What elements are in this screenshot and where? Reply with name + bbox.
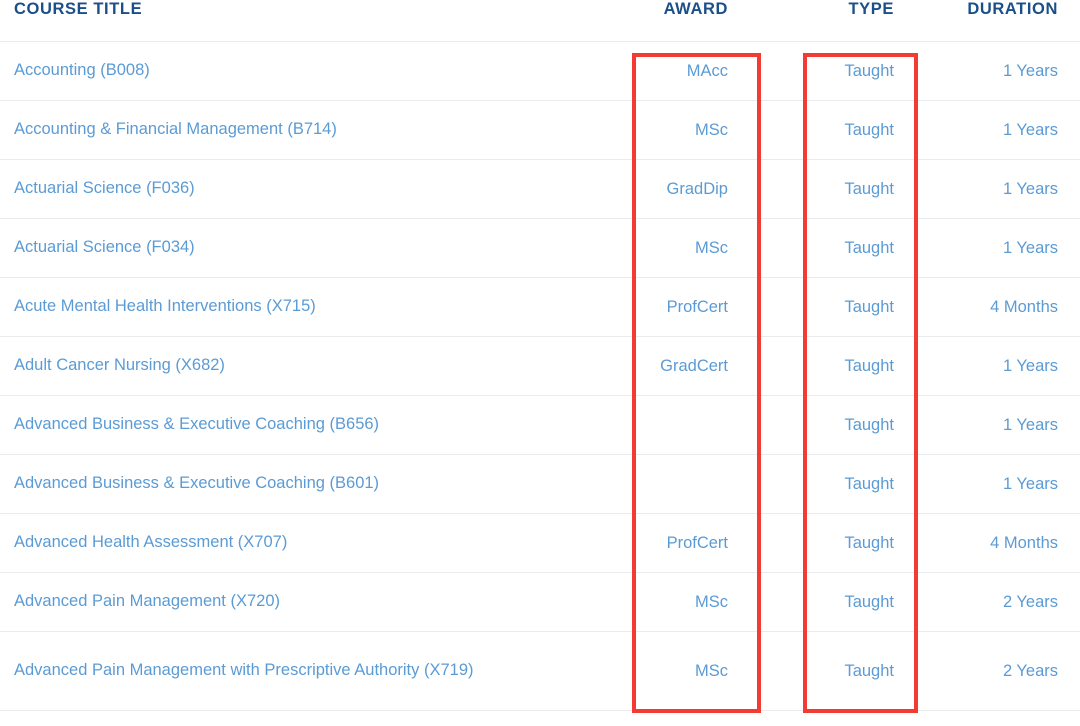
column-header-award[interactable]: AWARD (633, 0, 761, 42)
cell-duration: 1 Years (921, 41, 1080, 101)
table-row[interactable]: Acute Mental Health Interventions (X715)… (0, 277, 1080, 337)
course-title-link[interactable]: Acute Mental Health Interventions (X715) (14, 297, 316, 315)
table-row[interactable]: Accounting & Financial Management (B714)… (0, 100, 1080, 160)
cell-course-title: Adult Cancer Nursing (X682) (0, 336, 633, 396)
course-title-link[interactable]: Accounting & Financial Management (B714) (14, 120, 337, 138)
cell-type: Taught (807, 159, 921, 219)
cell-duration: 1 Years (921, 395, 1080, 455)
cell-duration: 2 Years (921, 631, 1080, 711)
cell-spacer (761, 572, 807, 632)
course-title-link[interactable]: Advanced Health Assessment (X707) (14, 533, 287, 551)
table-row[interactable]: Actuarial Science (F034) MSc Taught 1 Years (0, 218, 1080, 278)
cell-type: Taught (807, 100, 921, 160)
cell-spacer (761, 631, 807, 711)
table-header-row: COURSE TITLE AWARD TYPE DURATION (0, 0, 1080, 42)
cell-spacer (761, 159, 807, 219)
course-listing-table: COURSE TITLE AWARD TYPE DURATION Account… (0, 0, 1080, 711)
cell-spacer (761, 454, 807, 514)
cell-course-title: Actuarial Science (F036) (0, 159, 633, 219)
cell-award: MSc (633, 218, 761, 278)
table-body: Accounting (B008) MAcc Taught 1 Years Accoun… (0, 41, 1080, 711)
cell-duration: 1 Years (921, 336, 1080, 396)
cell-award (633, 395, 761, 455)
cell-type: Taught (807, 631, 921, 711)
cell-duration: 4 Months (921, 513, 1080, 573)
cell-type: Taught (807, 277, 921, 337)
column-header-spacer (761, 0, 807, 42)
table-row[interactable]: Accounting (B008) MAcc Taught 1 Years (0, 41, 1080, 101)
cell-spacer (761, 395, 807, 455)
cell-award: MAcc (633, 41, 761, 101)
column-header-duration[interactable]: DURATION (921, 0, 1080, 42)
cell-type: Taught (807, 218, 921, 278)
cell-course-title: Accounting & Financial Management (B714) (0, 100, 633, 160)
cell-spacer (761, 336, 807, 396)
cell-award: ProfCert (633, 513, 761, 573)
course-title-link[interactable]: Advanced Pain Management (X720) (14, 592, 280, 610)
cell-type: Taught (807, 336, 921, 396)
cell-course-title: Acute Mental Health Interventions (X715) (0, 277, 633, 337)
column-header-course-title[interactable]: COURSE TITLE (0, 0, 633, 42)
course-title-link[interactable]: Advanced Pain Management with Prescripti… (14, 661, 474, 679)
cell-type: Taught (807, 513, 921, 573)
cell-duration: 1 Years (921, 218, 1080, 278)
cell-duration: 1 Years (921, 159, 1080, 219)
course-title-link[interactable]: Adult Cancer Nursing (X682) (14, 356, 225, 374)
cell-course-title: Advanced Pain Management with Prescripti… (0, 631, 633, 711)
cell-type: Taught (807, 454, 921, 514)
cell-course-title: Accounting (B008) (0, 41, 633, 101)
cell-spacer (761, 218, 807, 278)
table-row[interactable]: Actuarial Science (F036) GradDip Taught 1 Y… (0, 159, 1080, 219)
table-row[interactable]: Advanced Pain Management (X720) MSc Taught… (0, 572, 1080, 632)
cell-duration: 1 Years (921, 100, 1080, 160)
table-row[interactable]: Advanced Business & Executive Coaching (… (0, 454, 1080, 514)
course-title-link[interactable]: Advanced Business & Executive Coaching (… (14, 474, 379, 492)
cell-award: MSc (633, 100, 761, 160)
column-header-type[interactable]: TYPE (807, 0, 921, 42)
cell-course-title: Advanced Health Assessment (X707) (0, 513, 633, 573)
table-row[interactable]: Advanced Health Assessment (X707) ProfCer… (0, 513, 1080, 573)
cell-spacer (761, 100, 807, 160)
cell-course-title: Actuarial Science (F034) (0, 218, 633, 278)
course-table-container: COURSE TITLE AWARD TYPE DURATION Account… (0, 0, 1080, 726)
table-row[interactable]: Advanced Pain Management with Prescripti… (0, 631, 1080, 711)
cell-spacer (761, 513, 807, 573)
table-row[interactable]: Advanced Business & Executive Coaching (… (0, 395, 1080, 455)
cell-course-title: Advanced Business & Executive Coaching (… (0, 395, 633, 455)
course-title-link[interactable]: Actuarial Science (F036) (14, 179, 195, 197)
cell-duration: 1 Years (921, 454, 1080, 514)
cell-spacer (761, 277, 807, 337)
course-title-link[interactable]: Advanced Business & Executive Coaching (… (14, 415, 379, 433)
cell-award: ProfCert (633, 277, 761, 337)
cell-duration: 2 Years (921, 572, 1080, 632)
cell-award: GradCert (633, 336, 761, 396)
cell-type: Taught (807, 572, 921, 632)
table-header: COURSE TITLE AWARD TYPE DURATION (0, 0, 1080, 42)
cell-award: MSc (633, 631, 761, 711)
cell-course-title: Advanced Pain Management (X720) (0, 572, 633, 632)
cell-spacer (761, 41, 807, 101)
cell-award: GradDip (633, 159, 761, 219)
cell-duration: 4 Months (921, 277, 1080, 337)
table-row[interactable]: Adult Cancer Nursing (X682) GradCert Taugh… (0, 336, 1080, 396)
cell-award: MSc (633, 572, 761, 632)
course-title-link[interactable]: Actuarial Science (F034) (14, 238, 195, 256)
cell-award (633, 454, 761, 514)
cell-type: Taught (807, 41, 921, 101)
cell-type: Taught (807, 395, 921, 455)
course-title-link[interactable]: Accounting (B008) (14, 61, 150, 79)
cell-course-title: Advanced Business & Executive Coaching (… (0, 454, 633, 514)
